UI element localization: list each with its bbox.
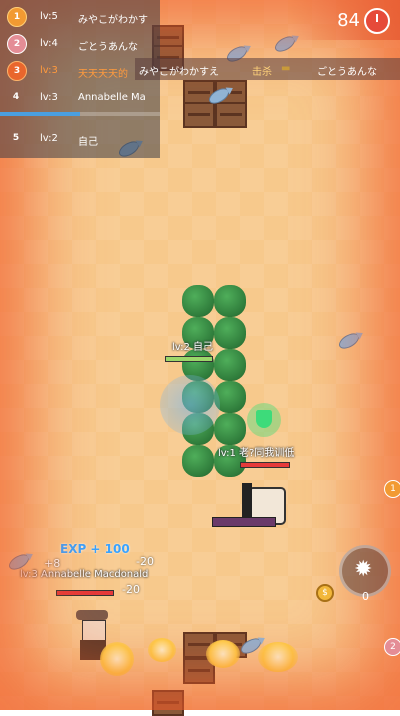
bush: [214, 413, 246, 445]
bullet: [258, 642, 298, 672]
damage-number: -20: [136, 555, 154, 568]
bullet: [148, 638, 176, 662]
shield-icon: [247, 403, 281, 437]
leaderboard-row: 4 lv:3 Annabelle Ma: [0, 85, 160, 111]
fish-pickup-icon: [336, 330, 362, 352]
enemy-hp-bar: [240, 462, 290, 468]
crate: [215, 102, 247, 128]
self-player-label: lv:2 自己: [172, 342, 214, 353]
offscreen-player-badge: 1: [384, 480, 400, 498]
rank-number: 5: [12, 133, 20, 143]
cowboy-hat-icon: [76, 610, 108, 620]
rifle-icon: ▬: [281, 63, 291, 74]
leaderboard-name: Annabelle Ma: [78, 92, 146, 103]
sniper-rifle-icon: [212, 517, 276, 527]
other-player-label: lv:3 Annabelle Macdonald: [20, 569, 149, 580]
victim-name: ごとうあんな: [317, 67, 377, 78]
rank-number: 4: [12, 92, 20, 102]
self-hp-bar: [165, 356, 213, 362]
leaderboard-level: lv:5: [40, 11, 58, 22]
leaderboard-name: みやこがわかす: [78, 15, 148, 26]
bush: [214, 285, 246, 317]
leaderboard-name: ごとうあんな: [78, 42, 138, 53]
rank-badge-icon: 2: [7, 34, 27, 54]
crate: [183, 102, 215, 128]
damage-number: -20: [122, 583, 140, 596]
offscreen-player-badge: 2: [384, 638, 400, 656]
match-timer: 84: [290, 0, 400, 40]
coin-icon: $: [316, 584, 334, 602]
self-player-avatar: [160, 375, 220, 435]
crate: [152, 690, 184, 716]
ultimate-count: 0: [362, 590, 369, 603]
leaderboard-row: 5 lv:2 自己: [0, 126, 160, 152]
other-hp-bar: [56, 590, 114, 596]
leaderboard-level: lv:2: [40, 133, 58, 144]
rank-badge-icon: 3: [7, 61, 27, 81]
bullet: [206, 640, 240, 668]
leaderboard-row: 1 lv:5 みやこがわかす: [0, 4, 160, 30]
kill-feed: みやこがわかすえ 击杀 ▬ ごとうあんな: [135, 58, 400, 80]
bush: [182, 445, 214, 477]
rank-badge-icon: 1: [7, 7, 27, 27]
leaderboard-level: lv:3: [40, 65, 58, 76]
bush: [182, 285, 214, 317]
timer-value: 84: [337, 10, 360, 31]
muzzle-flash: [100, 642, 134, 676]
leaderboard-progress-bar: [0, 112, 160, 116]
leaderboard-level: lv:3: [40, 92, 58, 103]
killer-name: みやこがわかすえ: [139, 67, 219, 78]
exp-gain-text: EXP + 100: [60, 542, 130, 556]
player-face: [82, 620, 106, 642]
bush: [214, 317, 246, 349]
leaderboard-level: lv:4: [40, 38, 58, 49]
bush: [214, 349, 246, 381]
enemy-player-label: lv:1 老?同我训低: [218, 448, 295, 459]
stopwatch-icon: [364, 8, 390, 34]
leaderboard-progress-fill: [0, 112, 80, 116]
leaderboard-row: 2 lv:4 ごとうあんな: [0, 31, 160, 57]
kill-action: 击杀: [252, 67, 272, 78]
leaderboard-name: 自己: [78, 137, 98, 148]
